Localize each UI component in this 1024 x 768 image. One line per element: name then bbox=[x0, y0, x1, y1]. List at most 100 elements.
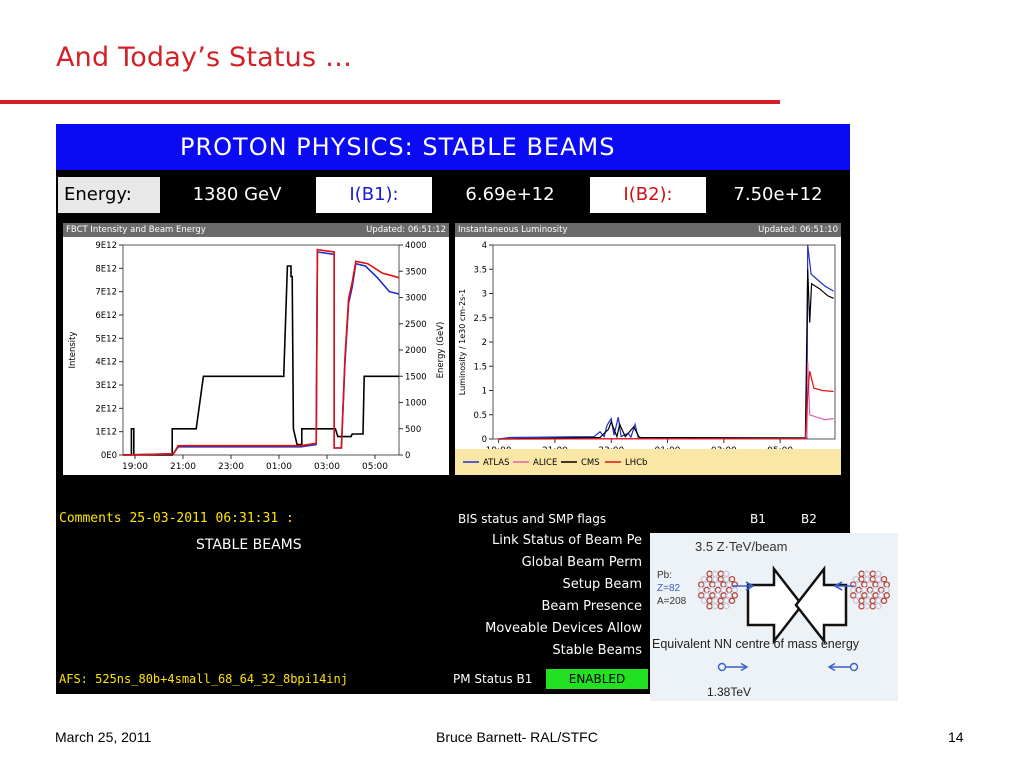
nucleon-dot bbox=[723, 602, 730, 610]
lumi-chart-title: Instantaneous Luminosity bbox=[458, 225, 568, 235]
fbct-chart-updated: Updated: 06:51:12 bbox=[366, 225, 446, 235]
b2-column-header: B2 bbox=[801, 512, 817, 526]
lumi-legend-label: LHCb bbox=[625, 458, 647, 468]
lumi-plot-area bbox=[492, 244, 836, 440]
smp-flag-label: Beam Presence bbox=[541, 599, 642, 614]
fbct-y2-tick-label: 0 bbox=[405, 451, 410, 461]
nucleon-dot bbox=[883, 581, 891, 588]
fbct-y2-tick-label: 1000 bbox=[405, 399, 427, 409]
fbct-y2-tick-label: 3500 bbox=[405, 267, 427, 277]
nucleon-dot bbox=[883, 592, 891, 599]
inset-energy: 1.38TeV bbox=[707, 685, 752, 699]
nucleon-dot bbox=[852, 575, 860, 583]
page-number: 14 bbox=[948, 729, 964, 745]
nucleon-dot bbox=[717, 570, 725, 578]
footer-author: Bruce Barnett- RAL/STFC bbox=[436, 729, 598, 745]
smp-flag-label: Global Beam Perm bbox=[521, 555, 642, 570]
fbct-x-tick-label: 19:00 bbox=[122, 462, 148, 472]
smp-flag-label: Setup Beam bbox=[562, 577, 642, 592]
nucleon-dot bbox=[717, 575, 725, 583]
nucleon-dot bbox=[877, 586, 885, 594]
nucleon-dot bbox=[858, 575, 865, 583]
nucleon-dot bbox=[714, 592, 722, 599]
fbct-y2-tick-label: 2000 bbox=[405, 346, 427, 356]
nucleon-dot bbox=[723, 570, 730, 578]
beam1-intensity-value: 6.69e+12 bbox=[432, 177, 588, 213]
fbct-y2-tick-label: 500 bbox=[405, 425, 421, 435]
nucleon-dot bbox=[877, 581, 885, 588]
nucleon-dot bbox=[723, 575, 730, 583]
nucleon-dot bbox=[880, 597, 888, 605]
nucleon-dot bbox=[866, 586, 874, 594]
fbct-x-tick-label: 21:00 bbox=[170, 462, 196, 472]
nucleon-dot bbox=[711, 597, 719, 605]
inset-diagram bbox=[697, 565, 891, 672]
fbct-y-tick-label: 3E12 bbox=[95, 381, 117, 391]
lumi-chart-titlebar: Instantaneous Luminosity Updated: 06:51:… bbox=[455, 223, 841, 237]
nucleon-dot bbox=[863, 575, 871, 583]
fbct-y-tick-label: 5E12 bbox=[95, 334, 117, 344]
lumi-y-tick-label: 3 bbox=[482, 290, 487, 300]
nucleon-dot bbox=[858, 602, 865, 610]
comments-row: Comments 25-03-2011 06:31:31 : BIS statu… bbox=[56, 510, 850, 528]
beam1-intensity-label: I(B1): bbox=[316, 177, 432, 213]
nucleon-dot bbox=[714, 586, 722, 594]
nucleon-dot bbox=[869, 597, 877, 605]
nucleon-dot bbox=[728, 597, 736, 605]
pm-status-badge: ENABLED bbox=[546, 669, 648, 689]
nucleon-dot bbox=[697, 586, 705, 594]
comment-box: STABLE BEAMS bbox=[58, 529, 444, 661]
nucleon-dot bbox=[849, 592, 857, 599]
fbct-y-tick-label: 0E0 bbox=[101, 451, 117, 461]
smp-flag-label: Link Status of Beam Pe bbox=[491, 533, 642, 548]
nucleon-dot bbox=[869, 570, 877, 578]
nucleon-dot bbox=[869, 602, 877, 610]
lumi-y-tick-label: 2.5 bbox=[473, 314, 487, 324]
nucleon-dot bbox=[709, 586, 716, 594]
fbct-y2-tick-label: 2500 bbox=[405, 320, 427, 330]
beam2-intensity-label: I(B2): bbox=[590, 177, 706, 213]
nucleon-dot bbox=[883, 586, 891, 594]
nucleon-dot bbox=[720, 581, 727, 588]
nucleon-dot bbox=[875, 570, 882, 578]
nucleon-dot bbox=[863, 602, 871, 610]
lumi-chart-updated: Updated: 06:51:10 bbox=[758, 225, 838, 235]
nucleon-dot bbox=[877, 592, 885, 599]
lumi-y-tick-label: 1 bbox=[482, 387, 487, 397]
nucleon-dot bbox=[855, 581, 863, 588]
nucleon-dot bbox=[706, 575, 713, 583]
pm-status-label: PM Status B1 bbox=[453, 672, 533, 686]
nucleon-dot bbox=[697, 592, 705, 599]
nucleon-dot bbox=[723, 597, 730, 605]
nucleon-dot bbox=[863, 570, 871, 578]
nucleon-dot bbox=[697, 581, 705, 588]
fbct-y-axis-label: Intensity bbox=[68, 332, 78, 369]
nucleon-dot bbox=[703, 581, 711, 588]
energy-label: Energy: bbox=[58, 177, 160, 213]
lumi-legend-label: ATLAS bbox=[483, 458, 510, 468]
lumi-y-tick-label: 0.5 bbox=[473, 411, 487, 421]
luminosity-chart: Instantaneous Luminosity Updated: 06:51:… bbox=[455, 223, 841, 475]
fbct-y2-axis-label: Energy (GeV) bbox=[436, 322, 446, 379]
nucleon-dot bbox=[706, 602, 713, 610]
fbct-y-tick-label: 9E12 bbox=[95, 241, 117, 251]
nucleon-right-icon bbox=[717, 662, 727, 672]
fbct-y-tick-label: 8E12 bbox=[95, 264, 117, 274]
fbct-plot-area bbox=[122, 244, 400, 456]
fbct-chart-titlebar: FBCT Intensity and Beam Energy Updated: … bbox=[63, 223, 449, 237]
afs-filling-scheme: AFS: 525ns_80b+4small_68_64_32_8bpi14inj bbox=[59, 672, 348, 686]
nucleon-dot bbox=[855, 592, 863, 599]
fbct-y-tick-label: 6E12 bbox=[95, 311, 117, 321]
lumi-y-tick-label: 4 bbox=[482, 241, 487, 251]
nucleon-dot bbox=[858, 570, 865, 578]
comment-text: STABLE BEAMS bbox=[196, 537, 302, 553]
nucleon-dot bbox=[728, 575, 736, 583]
nucleon-dot bbox=[849, 586, 857, 594]
nucleon-dot bbox=[720, 586, 727, 594]
panel-header: PROTON PHYSICS: STABLE BEAMS bbox=[56, 124, 850, 170]
fbct-y-tick-label: 7E12 bbox=[95, 288, 117, 298]
lumi-y-tick-label: 1.5 bbox=[473, 362, 487, 372]
bis-status-label: BIS status and SMP flags bbox=[458, 512, 607, 526]
nucleon-dot bbox=[714, 581, 722, 588]
lumi-legend-bg bbox=[455, 449, 841, 475]
